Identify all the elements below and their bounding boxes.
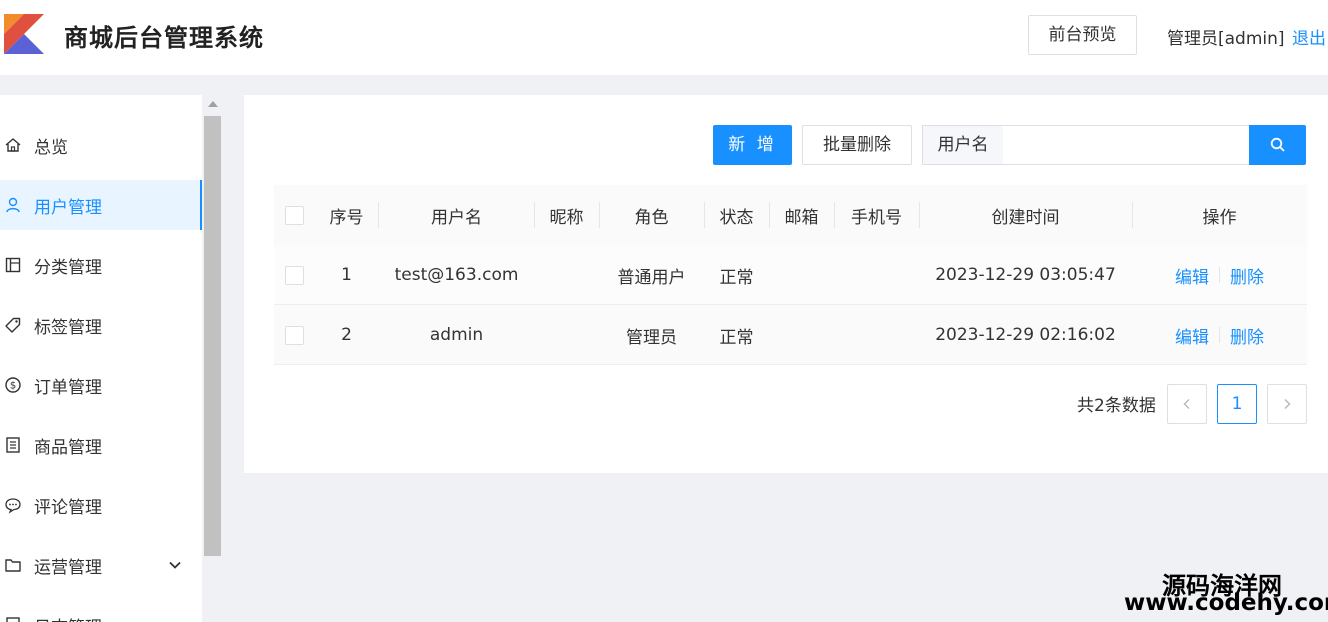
row-checkbox[interactable]: [284, 325, 304, 345]
sidebar-item-products[interactable]: 商品管理: [0, 420, 202, 470]
column-header-index: 序号: [329, 207, 364, 228]
delete-link[interactable]: 删除: [1230, 263, 1264, 288]
table-row: 2 admin 管理员 正常 2023-12-29 02:16:02 编辑 删除: [274, 305, 1307, 365]
cell-created-time: 2023-12-29 02:16:02: [935, 325, 1116, 345]
chevron-down-icon: [168, 617, 182, 622]
cell-email: [769, 245, 834, 305]
folder-icon: [0, 556, 34, 574]
sidebar-item-label: 总览: [34, 137, 68, 158]
table-row: 1 test@163.com 普通用户 正常 2023-12-29 03:05:…: [274, 245, 1307, 305]
sidebar-item-label: 用户管理: [34, 197, 102, 218]
sidebar-item-label: 订单管理: [34, 377, 102, 398]
chevron-left-icon: [1183, 398, 1190, 410]
sidebar-item-categories[interactable]: 分类管理: [0, 240, 202, 290]
column-header-username: 用户名: [431, 207, 482, 228]
sidebar: 总览 用户管理 分类管理 标签管理 $ 订单管理 商品管理 评论管理 运营管理: [0, 95, 202, 622]
cell-actions: 编辑 删除: [1132, 305, 1307, 365]
cell-status: 正常: [719, 267, 754, 288]
column-header-nickname: 昵称: [549, 207, 584, 228]
edit-link[interactable]: 编辑: [1175, 263, 1209, 288]
watermark-url: www.codehy.com: [1124, 590, 1328, 616]
sidebar-item-label: 商品管理: [34, 437, 102, 458]
cell-index: 1: [341, 265, 352, 285]
pagination-total: 共2条数据: [1077, 396, 1156, 416]
list-box-icon: [0, 436, 34, 454]
pagination-prev-button[interactable]: [1167, 384, 1207, 424]
select-all-checkbox[interactable]: [284, 205, 304, 225]
chevron-down-icon: [168, 557, 182, 577]
tag-icon: [0, 316, 34, 334]
sidebar-item-comments[interactable]: 评论管理: [0, 480, 202, 530]
scroll-thumb[interactable]: [204, 116, 221, 556]
action-divider: [1219, 267, 1220, 283]
cell-created-time: 2023-12-29 03:05:47: [935, 265, 1116, 285]
action-divider: [1219, 327, 1220, 343]
sidebar-item-label: 日志管理: [34, 613, 102, 622]
user-icon: [0, 196, 34, 214]
sidebar-item-operations[interactable]: 运营管理: [0, 540, 202, 590]
cell-status: 正常: [719, 327, 754, 348]
sidebar-item-orders[interactable]: $ 订单管理: [0, 360, 202, 410]
cell-username: admin: [429, 325, 484, 345]
top-header: 商城后台管理系统 前台预览 管理员[admin] 退出: [0, 0, 1328, 75]
app-title: 商城后台管理系统: [64, 24, 264, 52]
cell-role: 管理员: [626, 327, 677, 348]
logout-link[interactable]: 退出: [1292, 24, 1326, 49]
username-search-input[interactable]: [1003, 125, 1250, 165]
search-field-label: 用户名: [922, 125, 1004, 165]
pagination-page-current[interactable]: 1: [1217, 384, 1257, 424]
column-header-status: 状态: [719, 207, 754, 228]
sidebar-scrollbar[interactable]: [203, 95, 222, 622]
column-header-created-time: 创建时间: [991, 207, 1060, 228]
cell-phone: [834, 305, 919, 365]
main-panel: 新 增 批量删除 用户名 序号 用户名 昵称 角色 状态 邮箱 手机号 创建时间…: [244, 95, 1328, 473]
cell-email: [769, 305, 834, 365]
comment-icon: [0, 496, 34, 514]
current-admin-label: 管理员[admin]: [1167, 29, 1285, 49]
delete-link[interactable]: 删除: [1230, 323, 1264, 348]
column-header-role: 角色: [634, 207, 669, 228]
cell-nickname: [534, 245, 599, 305]
layout-icon: [0, 256, 34, 274]
search-icon: [1270, 137, 1285, 152]
sidebar-item-label: 分类管理: [34, 257, 102, 278]
log-icon: [0, 616, 34, 622]
cell-index: 2: [341, 325, 352, 345]
cell-actions: 编辑 删除: [1132, 245, 1307, 305]
search-button[interactable]: [1249, 125, 1306, 165]
row-checkbox[interactable]: [284, 265, 304, 285]
sidebar-item-label: 评论管理: [34, 497, 102, 518]
sidebar-item-label: 运营管理: [34, 557, 102, 578]
frontend-preview-button[interactable]: 前台预览: [1028, 15, 1137, 55]
scroll-up-arrow-icon[interactable]: [208, 101, 218, 107]
sidebar-item-label: 标签管理: [34, 317, 102, 338]
column-header-phone: 手机号: [851, 207, 902, 228]
add-user-button[interactable]: 新 增: [713, 125, 792, 165]
sidebar-item-users[interactable]: 用户管理: [0, 180, 202, 230]
column-header-email: 邮箱: [784, 207, 819, 228]
batch-delete-button[interactable]: 批量删除: [802, 125, 912, 165]
pagination-next-button[interactable]: [1267, 384, 1307, 424]
dollar-circle-icon: $: [0, 376, 34, 394]
cell-phone: [834, 245, 919, 305]
cell-role: 普通用户: [617, 267, 686, 288]
column-header-actions: 操作: [1202, 207, 1237, 228]
cell-username: test@163.com: [394, 265, 519, 285]
app-logo: [4, 14, 44, 54]
edit-link[interactable]: 编辑: [1175, 323, 1209, 348]
sidebar-item-overview[interactable]: 总览: [0, 120, 202, 170]
cell-nickname: [534, 305, 599, 365]
sidebar-item-tags[interactable]: 标签管理: [0, 300, 202, 350]
home-icon: [0, 136, 34, 154]
sidebar-item-logs[interactable]: 日志管理: [0, 600, 202, 622]
svg-text:$: $: [10, 381, 16, 392]
chevron-right-icon: [1284, 398, 1291, 410]
table-header: 序号 用户名 昵称 角色 状态 邮箱 手机号 创建时间 操作: [274, 185, 1307, 245]
